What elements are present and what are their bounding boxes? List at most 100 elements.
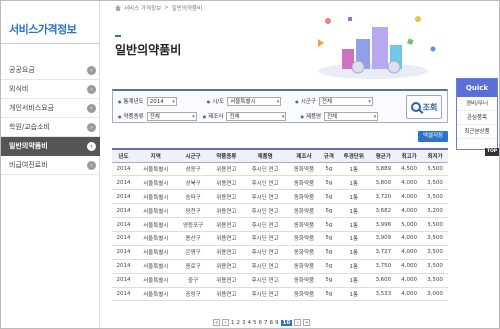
- breadcrumb-item[interactable]: 서비스 가격정보: [124, 4, 161, 12]
- table-cell: 위용연고: [209, 203, 243, 219]
- table-cell: 5,000: [396, 217, 423, 232]
- home-icon[interactable]: [115, 5, 121, 11]
- table-cell: 위용연고: [209, 231, 243, 246]
- table-row[interactable]: 2014 서울특별시 송파구 위용연고 후시딘 연고 동화약품 5g 1통 3,720 4,000…: [112, 189, 448, 205]
- quick-item[interactable]: 최근본상품: [457, 125, 497, 139]
- table-cell: 1통: [337, 273, 371, 288]
- table-cell: 3,500: [422, 189, 448, 205]
- table-cell: 3,682: [370, 203, 397, 219]
- page-number-link[interactable]: 3: [242, 320, 246, 326]
- sidebar-item-public-fees[interactable]: 공공요금 ›: [1, 61, 100, 80]
- year-select[interactable]: 2014: [146, 96, 177, 106]
- col-drug-type[interactable]: 약품종류: [209, 148, 243, 163]
- last-page-button[interactable]: »: [303, 319, 311, 326]
- table-cell: 3,500: [422, 162, 448, 177]
- table-cell: 5g: [320, 231, 338, 246]
- table-cell: 3,500: [422, 259, 448, 274]
- table-cell: 3,909: [370, 231, 397, 246]
- sidebar-brand[interactable]: 서비스가격정보: [9, 21, 77, 37]
- page-number-link[interactable]: 1: [231, 320, 235, 326]
- table-cell: 후시딘 연고: [242, 189, 288, 205]
- table-cell: 후시딘 연고: [242, 273, 288, 288]
- table-header-row: 년도 지역 시군구 약품종류 제품명 제조사 규격 투경단위 평균가 최고가 최…: [112, 148, 448, 163]
- table-cell: 후시딘 연고: [242, 217, 288, 232]
- table-cell: 동화약품: [287, 189, 321, 205]
- prev-page-button[interactable]: ‹: [222, 319, 229, 326]
- table-row[interactable]: 2014 서울특별시 중랑구 위용연고 후시딘 연고 동화약품 5g 1통 3,533 4,000…: [112, 287, 448, 302]
- table-row[interactable]: 2014 서울특별시 성동구 위용연고 후시딘 연고 동화약품 5g 1통 3,889 4,500…: [112, 162, 448, 177]
- table-row[interactable]: 2014 서울특별시 중구 위용연고 후시딘 연고 동화약품 5g 1통 3,600 4,000 3…: [112, 273, 448, 288]
- table-cell: 후시딘 연고: [242, 203, 288, 219]
- col-spec[interactable]: 규격: [320, 148, 338, 163]
- page-number-link[interactable]: 8: [270, 320, 274, 326]
- page-number-link[interactable]: 9: [275, 320, 279, 326]
- chevron-right-icon: ›: [87, 65, 96, 75]
- sidebar-item-personal-services[interactable]: 개인서비스요금 ›: [1, 99, 100, 118]
- page-number-link[interactable]: 7: [264, 320, 268, 326]
- sidebar-item-otc-drugs[interactable]: 일반의약품비 ›: [1, 137, 100, 156]
- page-number-link[interactable]: 6: [259, 320, 263, 326]
- table-cell: 2014: [112, 203, 135, 219]
- table-cell: 후시딘 연고: [242, 175, 288, 191]
- table-row[interactable]: 2014 서울특별시 성북구 위용연고 후시딘 연고 동화약품 5g 1통 3,800 4,000…: [112, 175, 448, 191]
- quick-item[interactable]: 관심품목: [457, 111, 497, 125]
- table-cell: 서울특별시: [134, 231, 177, 246]
- search-button-label: 조회: [422, 102, 438, 112]
- table-cell: 2014: [112, 231, 135, 246]
- table-cell: 4,000: [396, 287, 423, 302]
- search-row: 통계년도 2014 시/도 서울특별시 시군구 전체: [113, 94, 373, 108]
- quick-menu: Quick 경비/무너 관심품목 최근본상품: [456, 78, 498, 150]
- col-region[interactable]: 지역: [134, 148, 177, 163]
- table-cell: 5g: [320, 175, 338, 191]
- scroll-top-button[interactable]: TOP: [485, 148, 499, 156]
- table-cell: 서울특별시: [134, 245, 177, 260]
- first-page-button[interactable]: «: [213, 319, 220, 326]
- breadcrumb: 서비스 가격정보 > 일반의약품비: [115, 4, 202, 12]
- sigungu-select[interactable]: 전체: [318, 96, 373, 106]
- table-cell: 4,500: [396, 162, 423, 177]
- drugtype-select[interactable]: 전체: [146, 111, 197, 121]
- table-row[interactable]: 2014 서울특별시 은평구 위용연고 후시딘 연고 동화약품 5g 1통 3,727 4,000…: [112, 245, 448, 260]
- price-table: 년도 지역 시군구 약품종류 제품명 제조사 규격 투경단위 평균가 최고가 최…: [112, 148, 448, 302]
- page-number-link[interactable]: 5: [253, 320, 257, 326]
- table-cell: 3,500: [422, 245, 448, 260]
- sido-select[interactable]: 서울특별시: [227, 96, 282, 106]
- table-cell: 5g: [320, 287, 338, 302]
- sidebar-item-non-covered[interactable]: 비급여진료비 ›: [1, 156, 100, 175]
- table-row[interactable]: 2014 서울특별시 영등포구 위용연고 후시딘 연고 동화약품 5g 1통 3,996 5,00…: [112, 217, 448, 232]
- table-cell: 1통: [337, 175, 371, 191]
- excel-download-button[interactable]: 엑셀저장: [418, 131, 448, 142]
- chevron-right-icon: ›: [87, 103, 96, 113]
- table-cell: 3,533: [370, 287, 397, 302]
- table-cell: 4,000: [396, 231, 423, 246]
- table-cell: 3,600: [370, 273, 397, 288]
- chevron-right-icon: ›: [87, 160, 96, 170]
- table-cell: 5g: [320, 245, 338, 260]
- col-year[interactable]: 년도: [112, 148, 135, 163]
- page-number-link[interactable]: 4: [248, 320, 252, 326]
- table-cell: 서울특별시: [134, 162, 177, 177]
- quick-item[interactable]: 경비/무너: [457, 97, 497, 111]
- table-cell: 2014: [112, 259, 135, 274]
- table-row[interactable]: 2014 서울특별시 종로구 위용연고 후시딘 연고 동화약품 5g 1통 3,750 4,000…: [112, 259, 448, 274]
- col-avg-price[interactable]: 평균가: [370, 148, 397, 163]
- col-product[interactable]: 제품명: [242, 148, 288, 163]
- product-label: 제품명: [300, 112, 321, 120]
- search-button[interactable]: 조회: [406, 95, 442, 119]
- sidebar-item-academy[interactable]: 학원/교습소비 ›: [1, 118, 100, 137]
- table-cell: 2014: [112, 217, 135, 232]
- sidebar-item-dining[interactable]: 외식비 ›: [1, 80, 100, 99]
- table-row[interactable]: 2014 서울특별시 양천구 위용연고 후시딘 연고 동화약품 5g 1통 3,682 4,000…: [112, 203, 448, 219]
- col-max-price[interactable]: 최고가: [396, 148, 423, 163]
- table-row[interactable]: 2014 서울특별시 용산구 위용연고 후시딘 연고 동화약품 5g 1통 3,909 4,000…: [112, 231, 448, 246]
- page-number-link[interactable]: 2: [237, 320, 241, 326]
- product-select[interactable]: 전체: [324, 111, 379, 121]
- col-min-price[interactable]: 최저가: [422, 148, 448, 163]
- table-cell: 3,889: [370, 162, 397, 177]
- col-sigungu[interactable]: 시군구: [176, 148, 210, 163]
- next-page-button[interactable]: ›: [294, 319, 302, 326]
- col-maker[interactable]: 제조사: [287, 148, 321, 163]
- maker-select[interactable]: 전체: [226, 111, 287, 121]
- brand-divider: [1, 43, 100, 44]
- col-unit[interactable]: 투경단위: [337, 148, 371, 163]
